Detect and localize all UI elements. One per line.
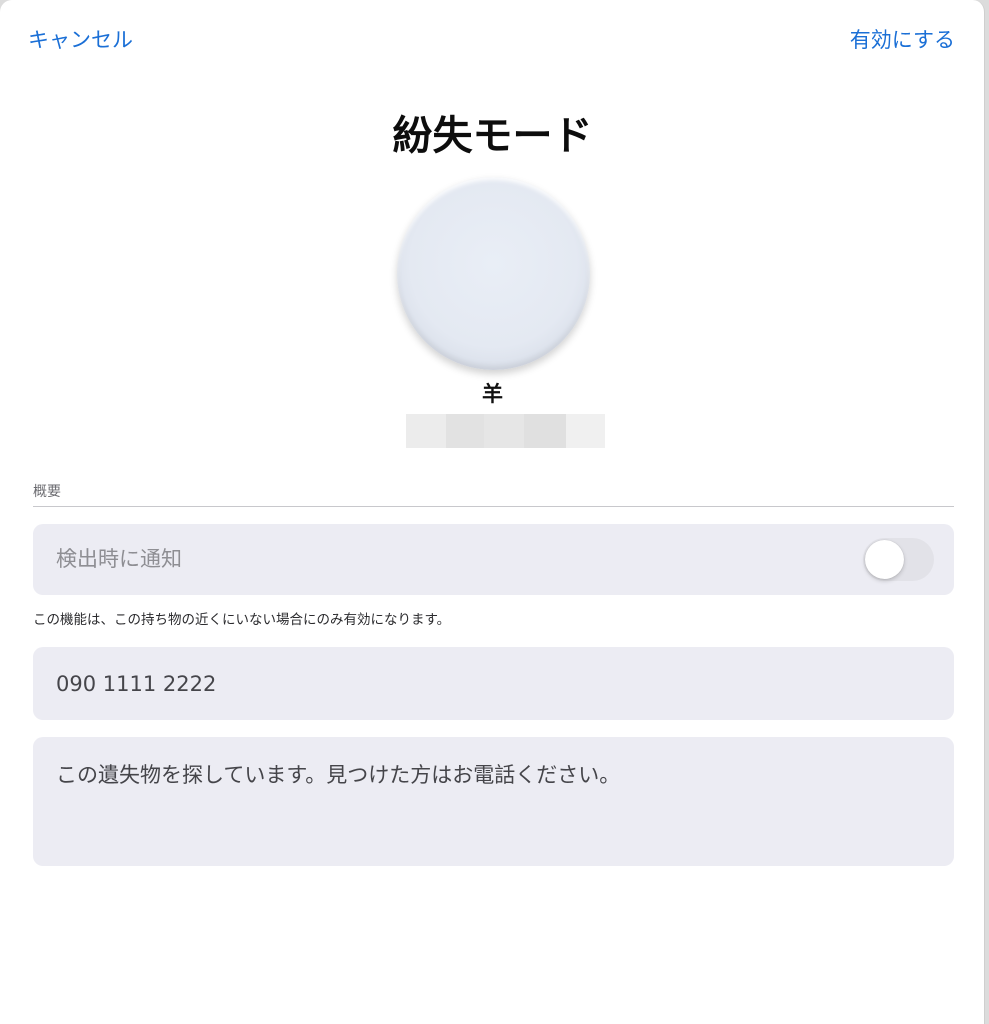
lost-mode-sheet: キャンセル 有効にする 紛失モード 羊 概要 検出時に通知 この機能は、この持ち… — [0, 0, 985, 1024]
enable-button[interactable]: 有効にする — [850, 26, 955, 54]
airtag-icon — [397, 177, 590, 370]
notify-on-found-row: 検出時に通知 — [33, 524, 954, 595]
notify-footnote: この機能は、この持ち物の近くにいない場合にのみ有効になります。 — [33, 612, 451, 628]
section-label: 概要 — [33, 484, 61, 500]
notify-on-found-toggle[interactable] — [863, 538, 934, 581]
cancel-button[interactable]: キャンセル — [28, 26, 133, 54]
phone-number-field[interactable] — [56, 669, 931, 699]
page-title: 紛失モード — [392, 113, 593, 159]
message-row: この遺失物を探しています。見つけた方はお電話ください。 — [33, 737, 954, 866]
item-name: 羊 — [482, 382, 503, 406]
redacted-serial-block — [406, 414, 605, 448]
notify-on-found-label: 検出時に通知 — [56, 547, 182, 571]
toggle-knob — [865, 540, 904, 579]
phone-number-row — [33, 647, 954, 720]
message-field[interactable]: この遺失物を探しています。見つけた方はお電話ください。 — [56, 761, 931, 851]
section-divider — [33, 506, 954, 507]
